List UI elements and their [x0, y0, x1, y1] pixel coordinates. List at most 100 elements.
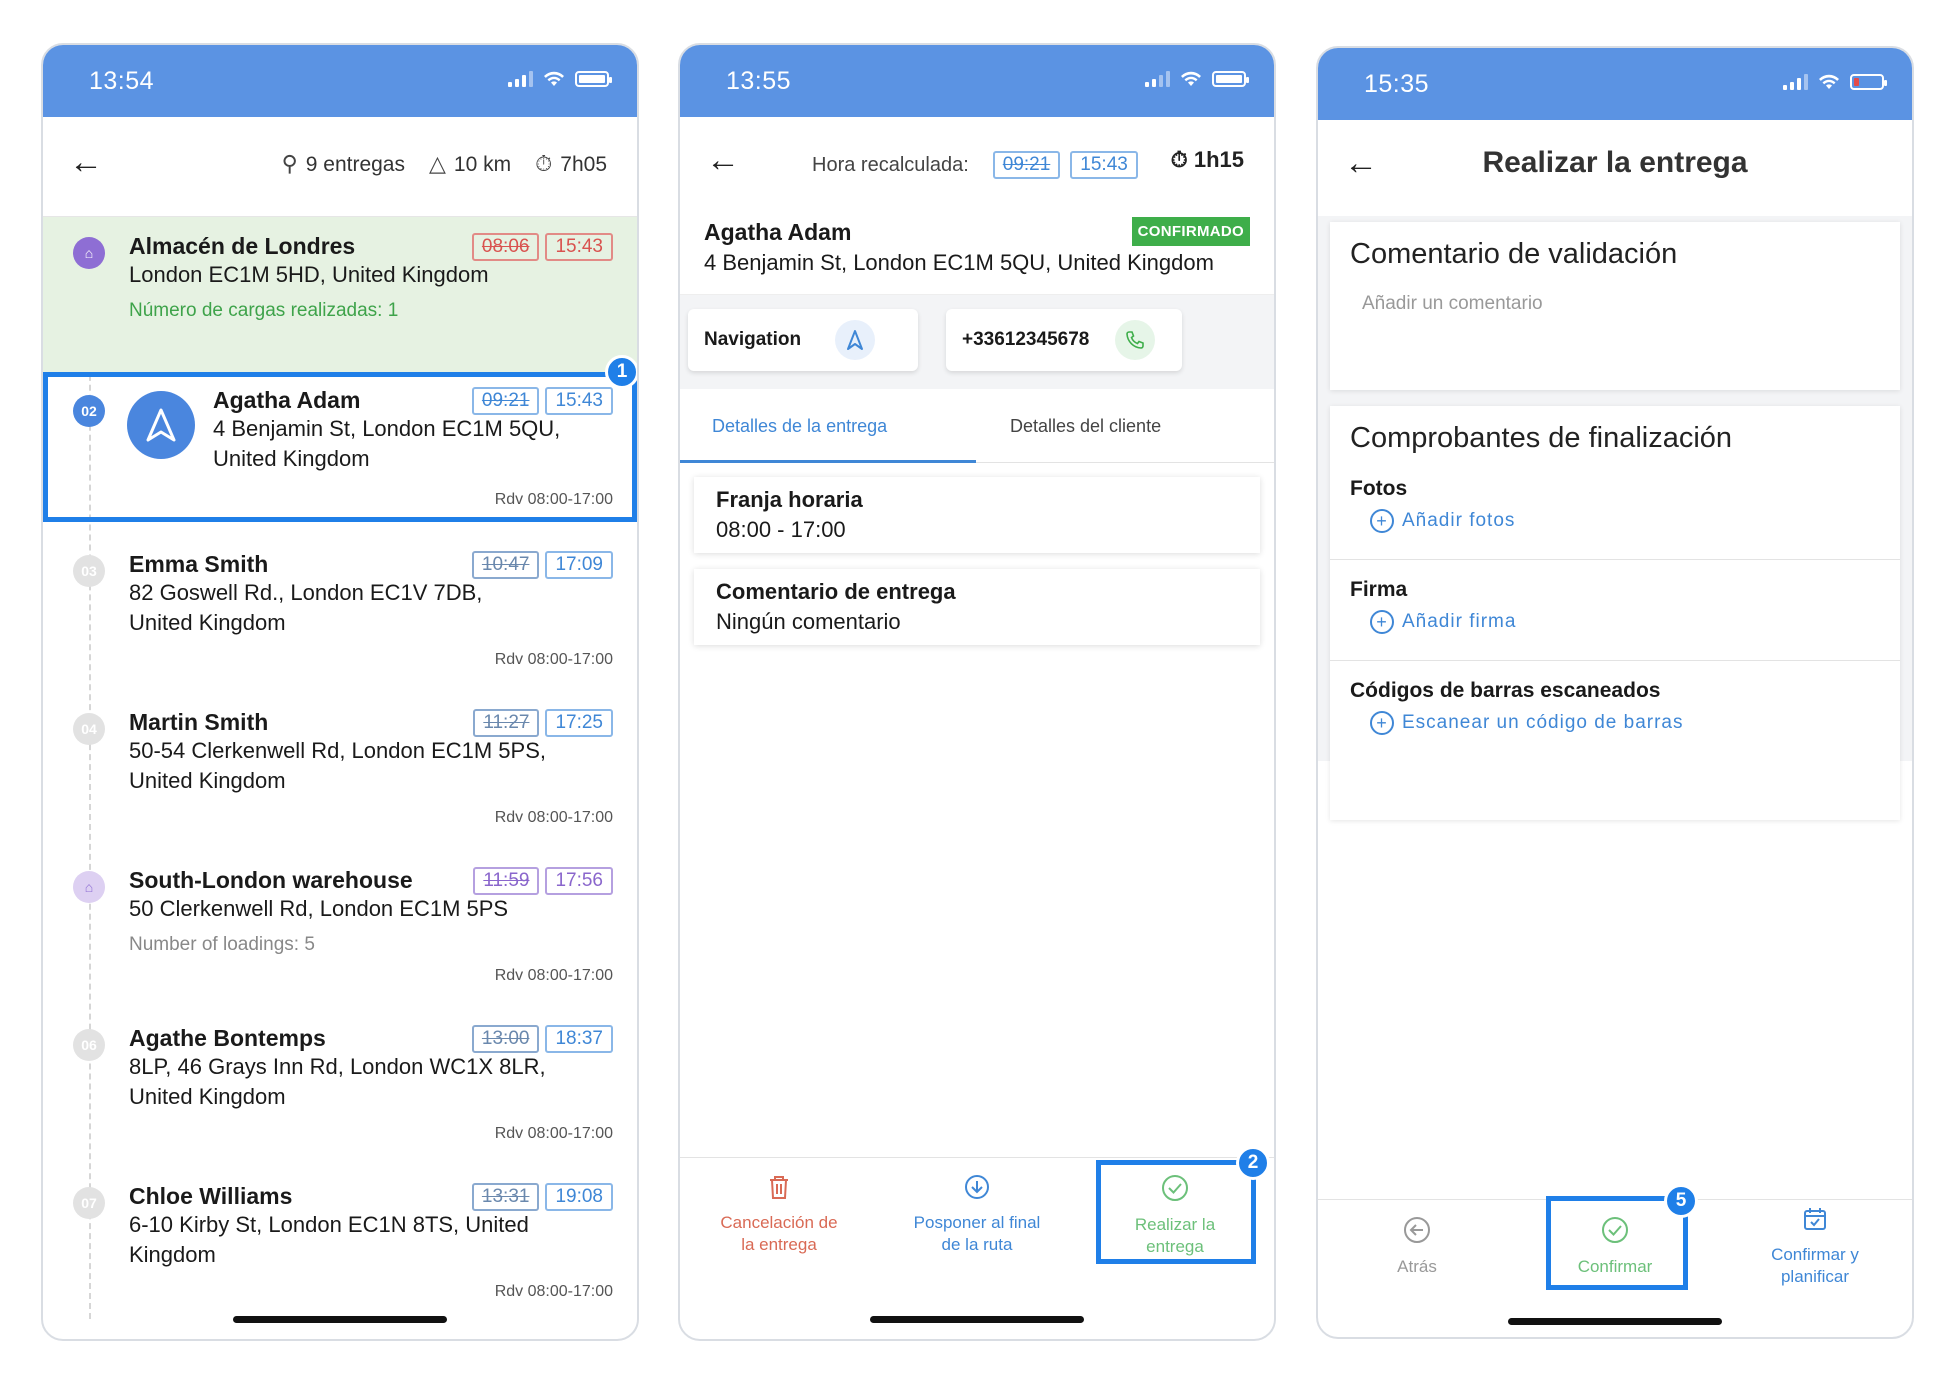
list-item[interactable]: 03 Emma Smith 82 Goswell Rd., London EC1…	[43, 533, 637, 691]
form-area: Comentario de validación Añadir un comen…	[1318, 216, 1912, 820]
stop-number-badge: 03	[73, 555, 105, 587]
confirm-and-plan-button[interactable]: Confirmar y planificar	[1730, 1206, 1900, 1288]
appointment-window: Rdv 08:00-17:00	[494, 1283, 613, 1300]
back-arrow-icon[interactable]: ←	[69, 143, 103, 182]
loads-text: Número de cargas realizadas: 1	[129, 300, 399, 321]
arrow-left-circle-icon	[1332, 1216, 1502, 1250]
status-time: 15:35	[1364, 70, 1430, 98]
time-recalculated: 15:43	[545, 233, 613, 261]
cancel-delivery-button[interactable]: Cancelación de la entrega	[694, 1174, 864, 1256]
tab-delivery-details[interactable]: Detalles de la entrega	[712, 416, 887, 437]
postpone-button[interactable]: Posponer al final de la ruta	[892, 1174, 1062, 1256]
list-item[interactable]: 04 Martin Smith 50-54 Clerkenwell Rd, Lo…	[43, 691, 637, 849]
stop-number-badge: 06	[73, 1029, 105, 1061]
photos-label: Fotos	[1350, 477, 1408, 500]
signature-label: Firma	[1350, 578, 1408, 601]
location-pin-icon: ⚲	[281, 151, 298, 176]
stopwatch-icon: ⏱	[535, 151, 553, 176]
back-button[interactable]: Atrás	[1332, 1216, 1502, 1278]
stop-address: 50-54 Clerkenwell Rd, London EC1M 5PS, U…	[129, 738, 547, 793]
appointment-window: Rdv 08:00-17:00	[494, 1125, 613, 1142]
back-arrow-icon[interactable]: ←	[706, 141, 740, 180]
card-value: Ningún comentario	[716, 609, 901, 634]
distance-value: 10 km	[453, 153, 512, 176]
duration-value: 7h05	[560, 153, 607, 176]
card-title: Franja horaria	[716, 487, 863, 512]
time-recalculated: 18:37	[545, 1025, 613, 1053]
loads-text: Number of loadings: 5	[129, 934, 315, 955]
client-address: 4 Benjamin St, London EC1M 5QU, United K…	[704, 250, 1214, 275]
stop-number-badge: 07	[73, 1187, 105, 1219]
delivery-comment-card: Comentario de entrega Ningún comentario	[694, 569, 1260, 645]
page-title: Realizar la entrega	[1482, 146, 1748, 179]
stop-address: London EC1M 5HD, United Kingdom	[129, 262, 489, 287]
wifi-icon	[543, 71, 565, 87]
add-signature-link[interactable]: + Añadir firma	[1370, 610, 1880, 634]
section-title: Comentario de validación	[1350, 238, 1678, 270]
add-photos-link[interactable]: + Añadir fotos	[1370, 509, 1880, 533]
recalc-label: Hora recalculada:	[812, 153, 969, 176]
trash-icon	[694, 1174, 864, 1206]
home-indicator	[233, 1316, 447, 1323]
stop-address: 6-10 Kirby St, London EC1N 8TS, United K…	[129, 1212, 529, 1267]
status-time: 13:55	[726, 67, 792, 95]
validation-comment-panel: Comentario de validación Añadir un comen…	[1330, 222, 1900, 390]
list-item[interactable]: 06 Agathe Bontemps 8LP, 46 Grays Inn Rd,…	[43, 1007, 637, 1165]
action-bar: Cancelación de la entrega Posponer al fin…	[680, 1146, 1274, 1339]
plus-circle-icon: +	[1370, 509, 1394, 533]
client-header: Agatha Adam 4 Benjamin St, London EC1M 5…	[680, 213, 1274, 295]
home-indicator	[1508, 1318, 1722, 1325]
time-original: 11:59	[473, 867, 540, 895]
highlight-box	[1096, 1160, 1256, 1264]
time-original: 08:06	[471, 233, 540, 261]
navigation-arrow-icon	[835, 320, 876, 360]
list-item[interactable]: 07 Chloe Williams 6-10 Kirby St, London …	[43, 1165, 637, 1323]
arrow-down-circle-icon	[892, 1174, 1062, 1206]
scan-barcode-link[interactable]: + Escanear un código de barras	[1370, 711, 1880, 735]
stop-address: 50 Clerkenwell Rd, London EC1M 5PS	[129, 896, 509, 921]
battery-icon	[1212, 71, 1249, 87]
time-original: 11:27	[473, 709, 540, 737]
comment-input[interactable]: Añadir un comentario	[1330, 271, 1900, 315]
battery-icon	[1850, 74, 1887, 90]
time-recalculated: 17:25	[545, 709, 613, 737]
appointment-window: Rdv 08:00-17:00	[494, 967, 613, 984]
deliveries-count: 9 entregas	[305, 153, 405, 176]
callout-number: 5	[1664, 1184, 1698, 1218]
route-list-screen: 13:54 ← ⚲ 9 entregas △ 10 km ⏱ 7h05 ⌂ Almac…	[41, 43, 639, 1341]
barcodes-label: Códigos de barras escaneados	[1350, 679, 1661, 702]
signal-icon	[1145, 71, 1170, 87]
warehouse-icon: ⌂	[73, 871, 105, 903]
tab-client-details[interactable]: Detalles del cliente	[1010, 416, 1161, 437]
signal-icon	[1783, 74, 1808, 90]
time-recalculated: 17:56	[545, 867, 613, 895]
time-recalculated: 17:09	[545, 551, 613, 579]
appointment-window: Rdv 08:00-17:00	[494, 651, 613, 668]
status-bar: 13:55	[680, 45, 1274, 117]
status-bar: 15:35	[1318, 48, 1912, 120]
list-item[interactable]: ⌂ South-London warehouse 50 Clerkenwell …	[43, 849, 637, 1007]
status-time: 13:54	[89, 67, 155, 95]
signal-icon	[508, 71, 533, 87]
plus-circle-icon: +	[1370, 711, 1394, 735]
battery-icon	[575, 71, 612, 87]
status-bar: 13:54	[43, 45, 637, 117]
section-title: Comprobantes de finalización	[1350, 422, 1733, 454]
call-button[interactable]: +33612345678	[946, 309, 1182, 371]
time-original: 10:47	[471, 551, 540, 579]
callout-number: 2	[1236, 1146, 1270, 1180]
stop-address: 82 Goswell Rd., London EC1V 7DB, United …	[129, 580, 483, 635]
time-original: 13:00	[471, 1025, 540, 1053]
time-original: 09:21	[992, 151, 1061, 179]
card-value: 08:00 - 17:00	[716, 517, 846, 542]
duration-value: 1h15	[1193, 147, 1244, 172]
proofs-panel: Comprobantes de finalización Fotos + Añad…	[1330, 406, 1900, 820]
phone-icon	[1115, 320, 1156, 360]
list-item[interactable]: ⌂ Almacén de Londres London EC1M 5HD, Un…	[43, 217, 637, 375]
active-tab-indicator	[680, 460, 976, 463]
calendar-check-icon	[1730, 1206, 1900, 1238]
time-recalculated: 15:43	[1070, 151, 1138, 179]
warehouse-icon: ⌂	[73, 237, 105, 269]
plus-circle-icon: +	[1370, 610, 1394, 634]
navigation-button[interactable]: Navigation	[688, 309, 918, 371]
